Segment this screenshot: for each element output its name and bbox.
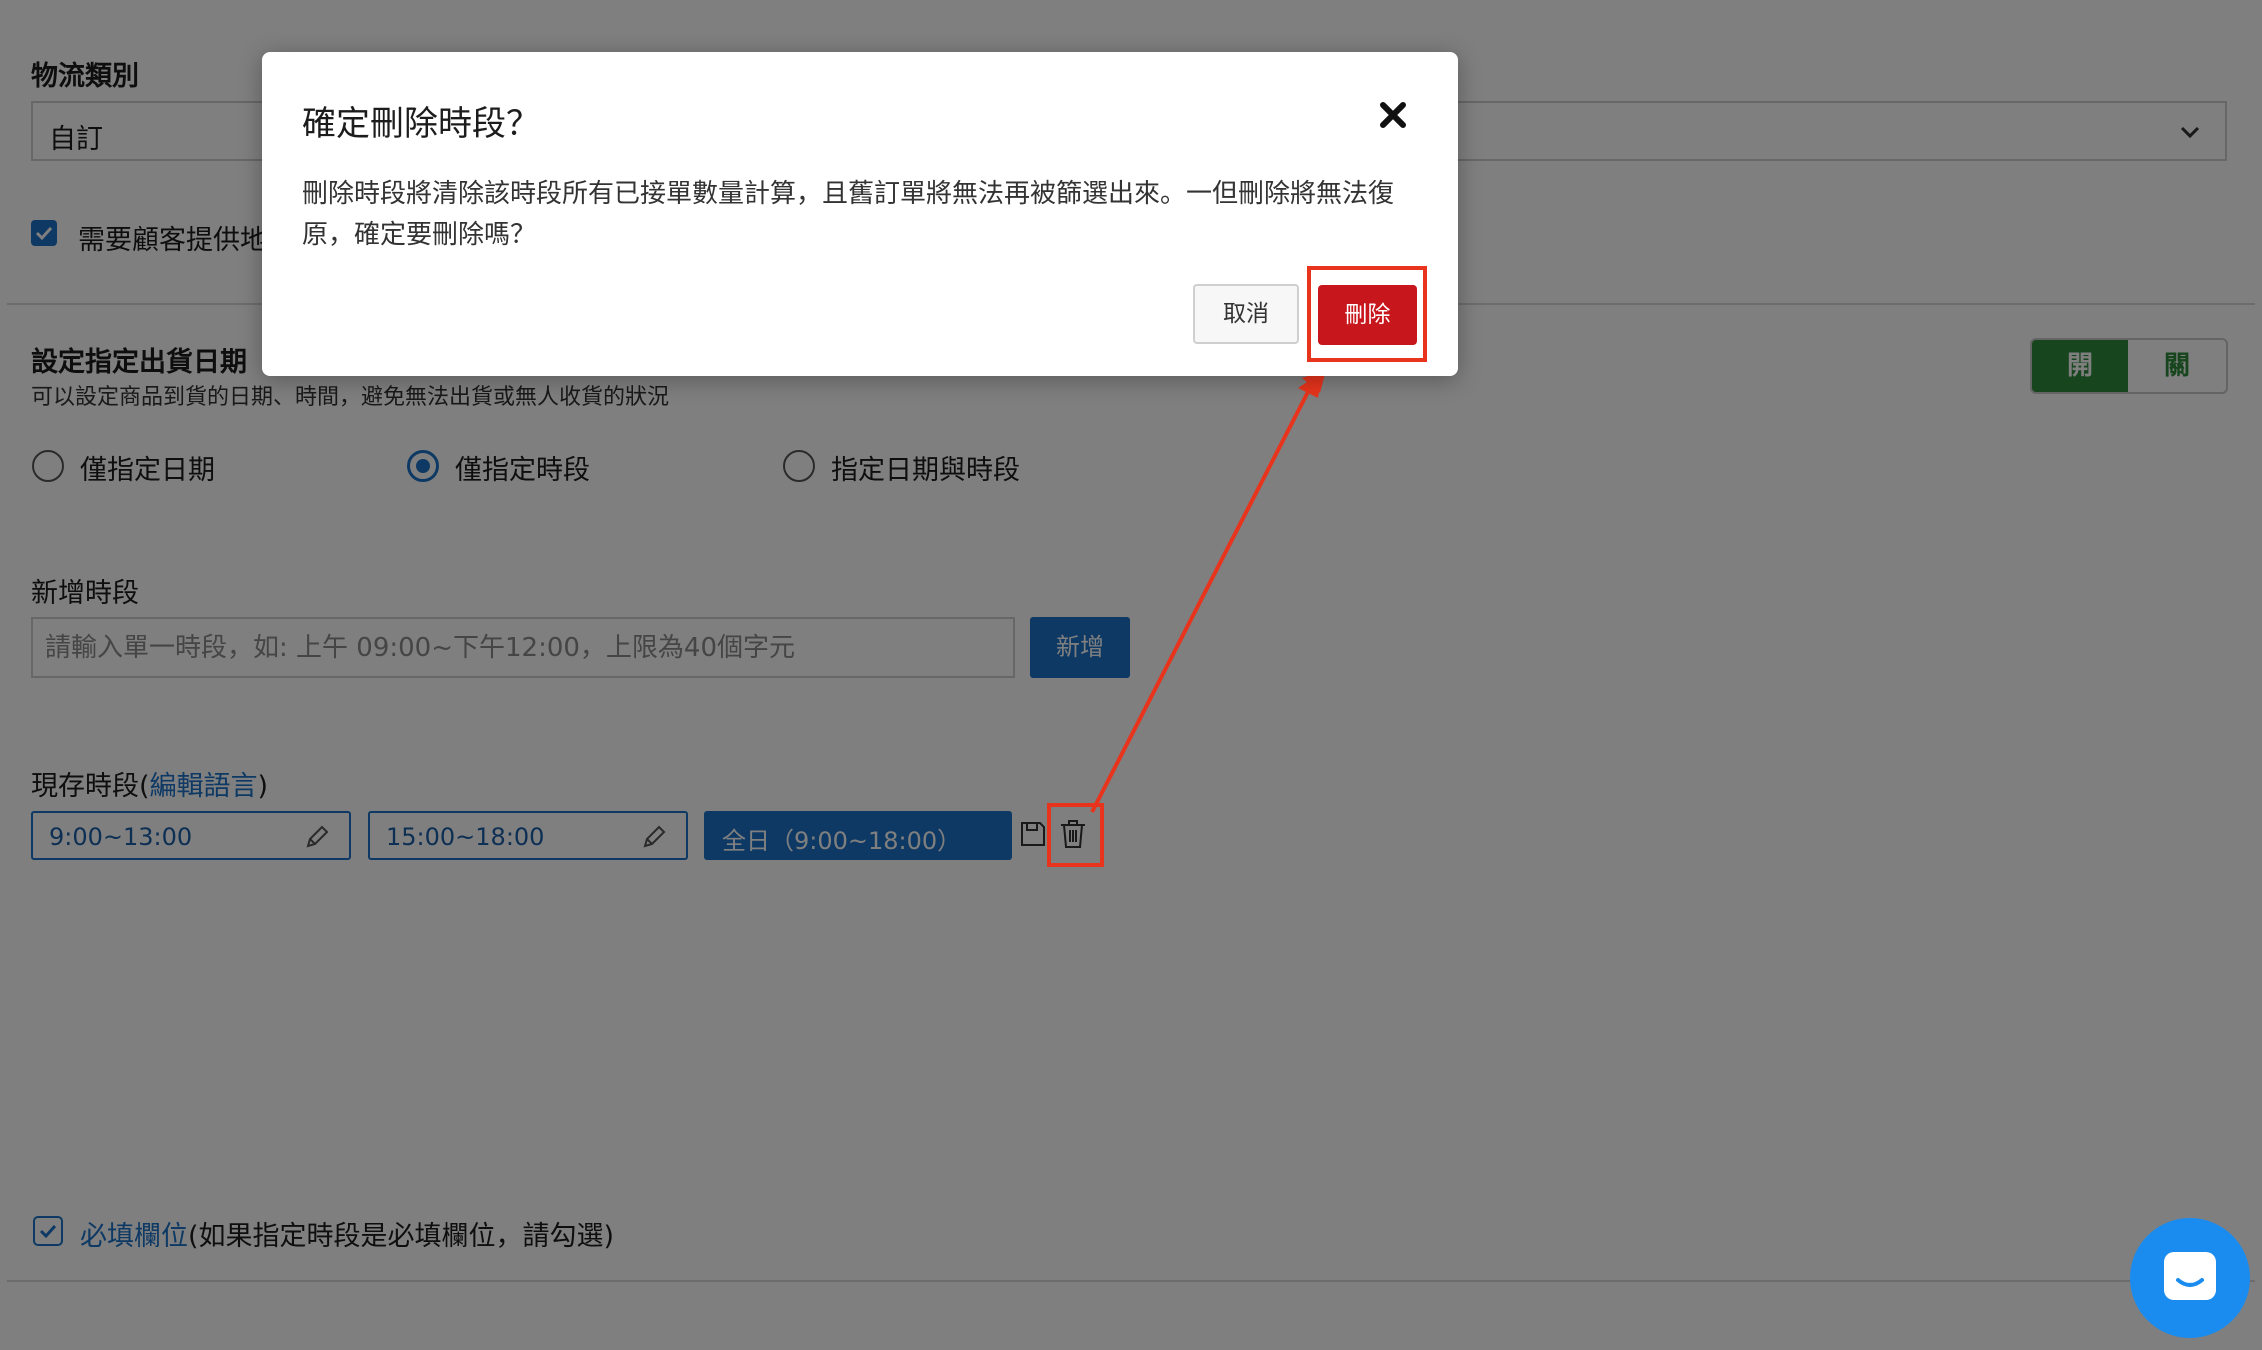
dialog-title: 確定刪除時段？ [302,104,540,144]
dialog-body: 刪除時段將清除該時段所有已接單數量計算，且舊訂單將無法再被篩選出來。一但刪除將無… [302,179,1395,250]
chat-icon [2164,1252,2216,1300]
close-icon[interactable] [1378,100,1408,130]
confirm-delete-dialog: 確定刪除時段？ 刪除時段將清除該時段所有已接單數量計算，且舊訂單將無法再被篩選出… [262,52,1458,376]
cancel-button[interactable]: 取消 [1193,284,1299,344]
annotation-highlight-delete [1307,266,1427,362]
chat-widget-button[interactable] [2130,1218,2250,1338]
